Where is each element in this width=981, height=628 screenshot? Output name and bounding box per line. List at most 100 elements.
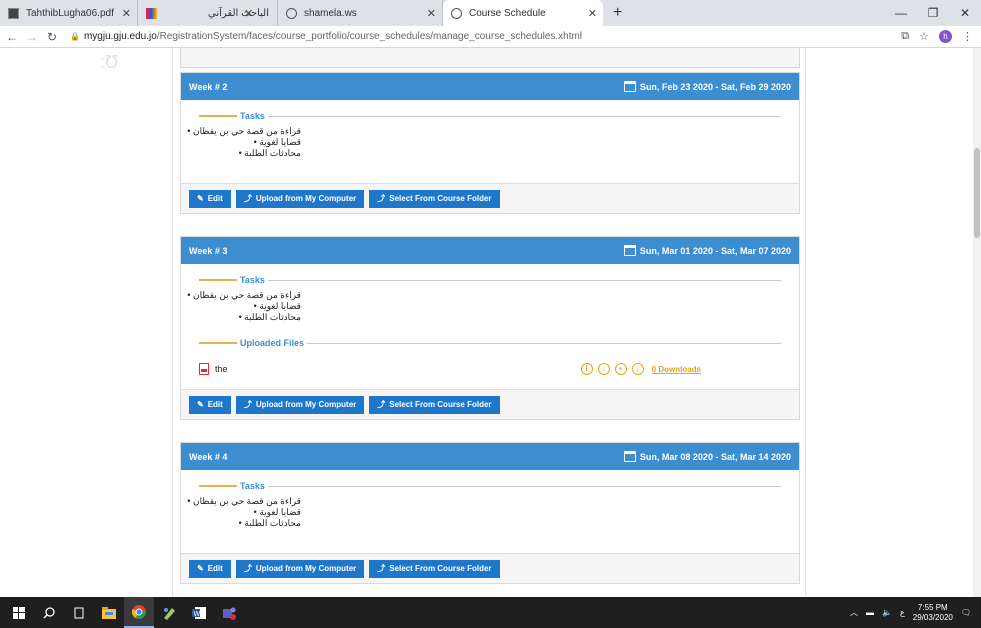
notifications-icon[interactable]: 🗨 [961, 608, 971, 617]
paint-icon[interactable] [154, 597, 184, 628]
week-date-range: Sun, Mar 08 2020 - Sat, Mar 14 2020 [639, 451, 791, 462]
new-tab-button[interactable]: + [603, 0, 632, 26]
tab-title: الباحث القرآني [208, 7, 269, 19]
tasks-list: قراءة من قصة حي بن يقظان قضايا لغوية محا… [193, 126, 301, 159]
upload-from-computer-button[interactable]: ⤴ Upload from My Computer [235, 559, 365, 578]
downloads-link[interactable]: 0 Downloads [652, 365, 701, 374]
profile-avatar[interactable]: h [939, 30, 952, 43]
tab-tahthib-pdf[interactable]: TahthibLugha06.pdf ✕ [0, 0, 138, 26]
minimize-icon[interactable]: — [885, 0, 917, 26]
faded-logo-icon: :Ʊ [100, 52, 119, 72]
task-view-icon[interactable] [64, 597, 94, 628]
schedule-column: Week # 2 Sun, Feb 23 2020 - Sat, Feb 29 … [172, 48, 806, 597]
url-host: mygju.gju.edu.jo [83, 31, 157, 42]
url-field[interactable]: 🔒 mygju.gju.edu.jo/RegistrationSystem/fa… [70, 28, 901, 46]
windows-start-icon[interactable] [4, 597, 34, 628]
upload-icon: ⤴ [243, 400, 252, 409]
site-logo-icon [146, 7, 157, 19]
tab-course-schedule[interactable]: Course Schedule ✕ [443, 0, 603, 26]
svg-text:W: W [194, 611, 201, 618]
pencil-icon: ✎ [197, 564, 204, 573]
upload-from-computer-button[interactable]: ⤴ Upload from My Computer [235, 189, 365, 208]
download-icon[interactable]: ↓ [597, 363, 610, 375]
tasks-section-title: Tasks [199, 108, 781, 124]
tasks-list: قراءة من قصة حي بن يقظان قضايا لغوية محا… [193, 290, 301, 323]
teams-icon[interactable] [214, 597, 244, 628]
bookmark-star-icon[interactable]: ☆ [919, 30, 929, 43]
tab-close-icon[interactable]: ✕ [588, 7, 597, 20]
tasks-section-title: Tasks [199, 478, 781, 494]
close-window-icon[interactable]: ✕ [949, 0, 981, 26]
week-date-range: Sun, Feb 23 2020 - Sat, Feb 29 2020 [639, 81, 791, 92]
upload-icon: ⤴ [377, 194, 386, 203]
task-item: قراءة من قصة حي بن يقظان [193, 290, 301, 301]
menu-kebab-icon[interactable]: ⋮ [962, 30, 973, 43]
file-row: the i ↓ ▪ ↓ 0 Downloads [199, 359, 781, 379]
upload-icon: ⤴ [243, 194, 252, 203]
system-clock[interactable]: 7:55 PM 29/03/2020 [913, 603, 953, 623]
task-item: قراءة من قصة حي بن يقظان [193, 496, 301, 507]
upload-icon: ⤴ [243, 564, 252, 573]
scrollbar-thumb[interactable] [974, 148, 980, 238]
clock-time: 7:55 PM [917, 602, 948, 612]
volume-icon[interactable]: 🔈 [882, 608, 892, 617]
search-icon[interactable] [34, 597, 64, 628]
delete-icon[interactable]: ▪ [614, 363, 627, 375]
file-explorer-icon[interactable] [94, 597, 124, 628]
uploaded-files-section-title: Uploaded Files [199, 335, 781, 351]
chevron-up-icon[interactable]: ︿ [850, 607, 858, 618]
chrome-icon[interactable] [124, 597, 154, 628]
input-language[interactable]: ع [900, 608, 905, 617]
week-title: Week # 2 [189, 81, 228, 92]
week-actions: ✎ Edit ⤴ Upload from My Computer ⤴ Select F… [181, 183, 799, 213]
pdf-doc-icon [8, 7, 19, 19]
task-item: محادثات الطلبة [201, 518, 301, 529]
globe-icon [286, 7, 297, 19]
task-item: قضايا لغوية [201, 137, 301, 148]
week-date-range: Sun, Mar 01 2020 - Sat, Mar 07 2020 [639, 245, 791, 256]
week-header: Week # 2 Sun, Feb 23 2020 - Sat, Feb 29 … [181, 73, 799, 100]
forward-arrow-icon[interactable]: → [24, 30, 40, 44]
tasks-section-title: Tasks [199, 272, 781, 288]
maximize-icon[interactable]: ❐ [917, 0, 949, 26]
tasks-list: قراءة من قصة حي بن يقظان قضايا لغوية محا… [193, 496, 301, 529]
tab-albahith[interactable]: الباحث القرآني ✕ [138, 0, 278, 26]
battery-icon[interactable]: ▬ [866, 608, 874, 617]
edit-button[interactable]: ✎ Edit [189, 395, 231, 414]
select-from-folder-button[interactable]: ⤴ Select From Course Folder [369, 189, 500, 208]
address-bar: ← → ↻ 🔒 mygju.gju.edu.jo/RegistrationSys… [0, 26, 981, 48]
file-name[interactable]: the [215, 364, 228, 374]
page-scrollbar[interactable] [973, 48, 981, 597]
task-item: قضايا لغوية [201, 507, 301, 518]
week-card: Week # 3 Sun, Mar 01 2020 - Sat, Mar 07 … [180, 236, 800, 420]
info-icon[interactable]: i [580, 363, 593, 375]
upload-from-computer-button[interactable]: ⤴ Upload from My Computer [235, 395, 365, 414]
lock-icon: 🔒 [70, 32, 80, 41]
back-arrow-icon[interactable]: ← [4, 30, 20, 44]
tab-close-icon[interactable]: ✕ [427, 7, 436, 20]
week-header: Week # 4 Sun, Mar 08 2020 - Sat, Mar 14 … [181, 443, 799, 470]
task-item: قضايا لغوية [201, 301, 301, 312]
edit-button[interactable]: ✎ Edit [189, 189, 231, 208]
pencil-icon: ✎ [197, 194, 204, 203]
week-card: Week # 2 Sun, Feb 23 2020 - Sat, Feb 29 … [180, 72, 800, 214]
window-controls: — ❐ ✕ [885, 0, 981, 26]
week-title: Week # 3 [189, 245, 228, 256]
download-count-icon: ↓ [631, 363, 644, 375]
week-card: Week # 4 Sun, Mar 08 2020 - Sat, Mar 14 … [180, 442, 800, 584]
edit-button[interactable]: ✎ Edit [189, 559, 231, 578]
pencil-icon: ✎ [197, 400, 204, 409]
tab-close-icon[interactable]: ✕ [122, 7, 131, 20]
browser-tab-strip: TahthibLugha06.pdf ✕ الباحث القرآني ✕ sh… [0, 0, 981, 26]
select-from-folder-button[interactable]: ⤴ Select From Course Folder [369, 395, 500, 414]
task-item: محادثات الطلبة [201, 312, 301, 323]
select-from-folder-button[interactable]: ⤴ Select From Course Folder [369, 559, 500, 578]
upload-icon: ⤴ [377, 564, 386, 573]
page-viewport: :Ʊ Week # 2 Sun, Feb 23 2020 - Sat, Feb … [0, 48, 981, 597]
translate-icon[interactable]: ⧉ [901, 30, 909, 43]
tab-close-icon[interactable]: ✕ [244, 7, 253, 20]
reload-icon[interactable]: ↻ [44, 30, 60, 44]
tab-shamela[interactable]: shamela.ws ✕ [278, 0, 443, 26]
url-path: /RegistrationSystem/faces/course_portfol… [156, 31, 583, 42]
word-icon[interactable]: W [184, 597, 214, 628]
